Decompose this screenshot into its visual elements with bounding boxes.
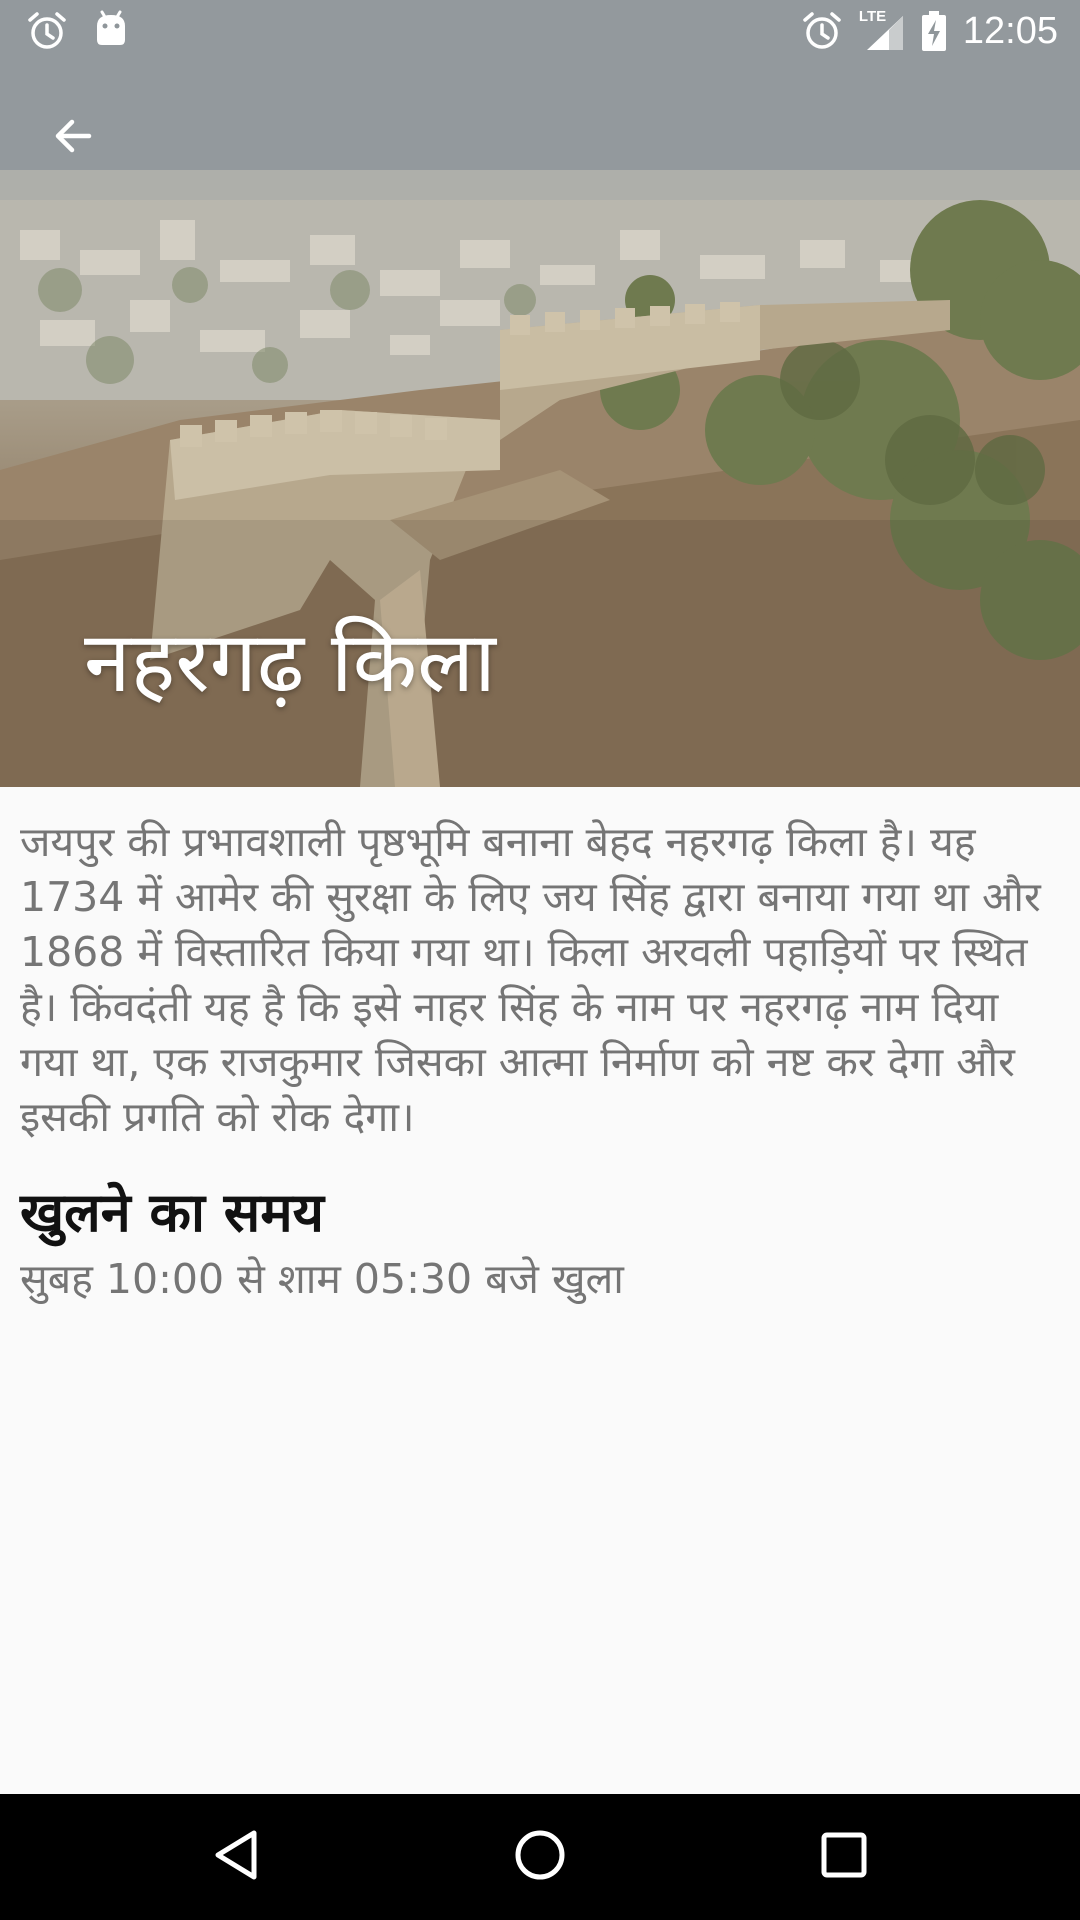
back-button[interactable] xyxy=(30,95,116,181)
alarm-icon xyxy=(26,10,68,52)
home-circle-icon xyxy=(514,1829,566,1885)
page-title: नहरगढ़ किला xyxy=(84,613,496,711)
content-area: जयपुर की प्रभावशाली पृष्ठभूमि बनाना बेहद… xyxy=(20,815,1060,1307)
timing-heading: खुलने का समय xyxy=(20,1181,324,1244)
nav-back-button[interactable] xyxy=(166,1794,306,1920)
recents-square-icon xyxy=(821,1832,867,1882)
status-time: 12:05 xyxy=(962,10,1058,52)
status-bar: LTE 12:05 xyxy=(0,0,1080,63)
place-detail-screen: LTE 12:05 नहरगढ़ किला जयपुर की प्रभावशाल… xyxy=(0,0,1080,1920)
battery-charging-icon xyxy=(921,10,947,52)
system-navigation-bar xyxy=(0,1794,1080,1920)
timing-value: सुबह 10:00 से शाम 05:30 बजे खुला xyxy=(20,1255,624,1303)
android-icon xyxy=(90,10,132,52)
back-triangle-icon xyxy=(212,1829,260,1885)
alarm-icon xyxy=(801,10,843,52)
arrow-back-icon xyxy=(49,112,97,164)
network-type-label: LTE xyxy=(858,8,887,25)
nav-home-button[interactable] xyxy=(470,1794,610,1920)
nav-recents-button[interactable] xyxy=(774,1794,914,1920)
place-description: जयपुर की प्रभावशाली पृष्ठभूमि बनाना बेहद… xyxy=(20,818,1041,1141)
signal-icon: LTE xyxy=(858,8,905,52)
